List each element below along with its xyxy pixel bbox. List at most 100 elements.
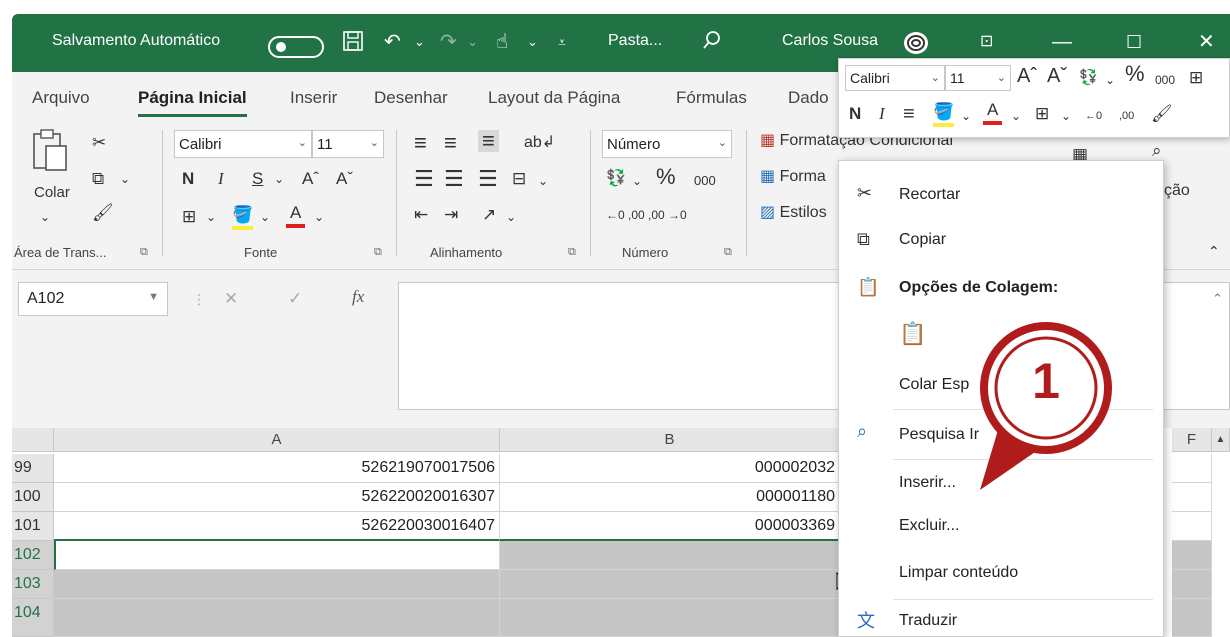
- mini-format-table-icon[interactable]: ⊞: [1189, 67, 1203, 89]
- paste-icon[interactable]: [30, 128, 70, 180]
- percent-button[interactable]: %: [656, 166, 676, 188]
- accounting-dropdown-icon[interactable]: ⌄: [632, 170, 642, 192]
- table-cell[interactable]: [1172, 570, 1212, 599]
- format-as-table-button[interactable]: ▦ Forma: [760, 166, 826, 188]
- undo-icon[interactable]: ↶: [384, 30, 401, 54]
- increase-indent-icon[interactable]: ⇥: [444, 204, 458, 226]
- mini-borders-dropdown-icon[interactable]: ⌄: [1061, 105, 1071, 127]
- touch-dropdown-icon[interactable]: ⌄: [527, 30, 538, 54]
- select-all-corner[interactable]: [12, 428, 54, 452]
- font-color-dropdown-icon[interactable]: ⌄: [314, 206, 324, 228]
- tab-layout-da-pagina[interactable]: Layout da Página: [488, 88, 620, 108]
- customize-qat-icon[interactable]: ⩡: [558, 30, 566, 54]
- close-icon[interactable]: ✕: [1198, 30, 1215, 54]
- table-cell[interactable]: [1172, 483, 1212, 512]
- menu-item-limpar-conteudo[interactable]: Limpar conteúdo: [899, 564, 1018, 582]
- column-header-f[interactable]: F: [1172, 428, 1212, 452]
- mini-align-center-icon[interactable]: ≡: [903, 103, 915, 125]
- cut-icon[interactable]: ✂: [92, 132, 106, 154]
- table-cell[interactable]: 000002032: [500, 454, 840, 483]
- align-right-icon[interactable]: ☰: [478, 168, 498, 190]
- touch-mode-icon[interactable]: ☝: [496, 30, 508, 54]
- mini-accounting-icon[interactable]: 💱: [1079, 67, 1098, 89]
- column-header-b[interactable]: B: [500, 428, 840, 452]
- mini-percent-button[interactable]: %: [1125, 63, 1145, 85]
- table-cell[interactable]: [54, 570, 500, 599]
- paste-dropdown-icon[interactable]: ⌄: [40, 206, 50, 228]
- align-center-icon[interactable]: ☰: [444, 168, 464, 190]
- table-cell[interactable]: [1172, 512, 1212, 541]
- mini-thousands-button[interactable]: 000: [1155, 69, 1175, 91]
- name-box[interactable]: A102 ▼: [18, 282, 168, 316]
- paste-label[interactable]: Colar: [34, 182, 70, 204]
- enter-icon[interactable]: ✓: [288, 288, 302, 310]
- mini-font-color-button[interactable]: A: [983, 99, 1003, 125]
- paste-option-icon[interactable]: 📋: [899, 321, 926, 347]
- decrease-indent-icon[interactable]: ⇤: [414, 204, 428, 226]
- merge-dropdown-icon[interactable]: ⌄: [538, 170, 548, 192]
- expand-formula-icon[interactable]: ⌃: [1212, 288, 1223, 310]
- thousands-button[interactable]: 000: [694, 170, 716, 192]
- number-launcher-icon[interactable]: ⧉: [724, 246, 732, 259]
- insert-function-button[interactable]: fx: [352, 286, 364, 308]
- format-painter-icon[interactable]: 🖌: [92, 202, 114, 224]
- tab-inserir[interactable]: Inserir: [290, 88, 337, 108]
- search-icon[interactable]: [702, 30, 722, 56]
- grow-font-button[interactable]: Aˆ: [302, 168, 319, 190]
- font-name-select[interactable]: Calibri ⌄: [174, 130, 312, 158]
- shrink-font-button[interactable]: Aˇ: [336, 168, 353, 190]
- copy-dropdown-icon[interactable]: ⌄: [120, 168, 130, 190]
- row-header[interactable]: 99: [12, 454, 54, 483]
- mini-font-size-select[interactable]: 11 ⌄: [945, 65, 1011, 91]
- maximize-icon[interactable]: ☐: [1126, 30, 1142, 54]
- mini-borders-icon[interactable]: ⊞: [1035, 103, 1049, 125]
- fill-dropdown-icon[interactable]: ⌄: [260, 206, 270, 228]
- menu-item-traduzir[interactable]: Traduzir: [899, 612, 957, 630]
- row-header[interactable]: 101: [12, 512, 54, 541]
- font-launcher-icon[interactable]: ⧉: [374, 246, 382, 259]
- table-cell[interactable]: [1172, 599, 1212, 637]
- italic-button[interactable]: I: [218, 168, 224, 190]
- menu-item-excluir[interactable]: Excluir...: [899, 517, 959, 535]
- scroll-up-icon[interactable]: ▲: [1212, 428, 1230, 452]
- table-cell[interactable]: [500, 599, 840, 637]
- table-cell[interactable]: 526220020016307: [54, 483, 500, 512]
- table-cell[interactable]: 526219070017506: [54, 454, 500, 483]
- align-middle-icon[interactable]: ≡: [444, 132, 457, 154]
- font-color-button[interactable]: A: [286, 202, 306, 228]
- menu-item-copiar[interactable]: Copiar: [899, 231, 946, 249]
- autosave-toggle[interactable]: [268, 36, 324, 58]
- redo-icon[interactable]: ↷: [440, 30, 457, 54]
- tab-desenhar[interactable]: Desenhar: [374, 88, 448, 108]
- bold-button[interactable]: N: [182, 168, 194, 190]
- table-cell[interactable]: 526220030016407: [54, 512, 500, 541]
- copy-icon[interactable]: ⧉: [92, 168, 104, 190]
- tab-formulas[interactable]: Fórmulas: [676, 88, 747, 108]
- align-top-icon[interactable]: ≡: [414, 132, 427, 154]
- row-header[interactable]: 102: [12, 541, 54, 570]
- orientation-icon[interactable]: ↗: [482, 204, 496, 226]
- mini-fill-color-icon[interactable]: 🪣: [933, 101, 955, 127]
- table-cell[interactable]: [500, 541, 840, 570]
- menu-item-recortar[interactable]: Recortar: [899, 186, 960, 204]
- table-cell[interactable]: 000001180: [500, 483, 840, 512]
- menu-item-colar-especial[interactable]: Colar Esp: [899, 376, 969, 394]
- row-header[interactable]: 100: [12, 483, 54, 512]
- tab-arquivo[interactable]: Arquivo: [32, 88, 90, 108]
- mini-font-name-select[interactable]: Calibri ⌄: [845, 65, 945, 91]
- decrease-decimal-button[interactable]: ,00 →0: [648, 204, 687, 226]
- mini-decrease-decimal-button[interactable]: ,00: [1119, 105, 1134, 127]
- mini-bold-button[interactable]: N: [849, 103, 861, 125]
- name-box-dropdown-icon[interactable]: ▼: [148, 291, 159, 303]
- number-format-select[interactable]: Número ⌄: [602, 130, 732, 158]
- fill-color-icon[interactable]: 🪣: [232, 204, 254, 230]
- table-cell[interactable]: [54, 599, 500, 637]
- orientation-dropdown-icon[interactable]: ⌄: [506, 206, 516, 228]
- mini-increase-decimal-button[interactable]: ←0: [1085, 105, 1102, 127]
- borders-dropdown-icon[interactable]: ⌄: [206, 206, 216, 228]
- align-left-icon[interactable]: ☰: [414, 168, 434, 190]
- mini-shrink-font-button[interactable]: Aˇ: [1047, 65, 1067, 87]
- ribbon-display-icon[interactable]: ⊡: [980, 30, 993, 54]
- cell-styles-button[interactable]: ▨ Estilos: [760, 202, 827, 224]
- find-icon[interactable]: ⌕: [1152, 140, 1162, 162]
